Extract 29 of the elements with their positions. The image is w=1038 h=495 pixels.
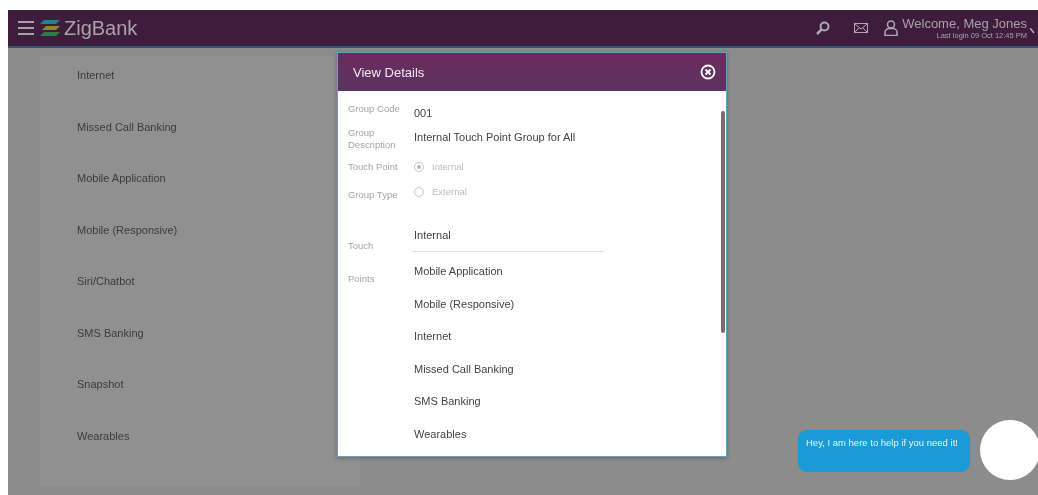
field-label: Group Code <box>348 103 401 116</box>
user-icon[interactable] <box>884 20 899 36</box>
chatbot-button[interactable] <box>980 420 1038 480</box>
welcome-text[interactable]: Welcome, Meg Jones <box>902 16 1027 31</box>
scrollbar[interactable] <box>721 111 725 333</box>
group-heading: Internal <box>412 229 604 252</box>
field-label: Group Description <box>348 127 397 151</box>
radio-label: External <box>432 186 467 197</box>
touch-point-item: SMS Banking <box>414 394 482 409</box>
dialog-title: View Details <box>353 64 425 80</box>
caret-icon[interactable] <box>1030 28 1038 34</box>
close-icon[interactable] <box>700 64 716 80</box>
radio-label: Internal <box>432 161 464 172</box>
mail-icon[interactable] <box>854 23 869 33</box>
field-value: Internal Touch Point Group for All <box>414 130 576 145</box>
field-label: Group Type <box>348 189 399 201</box>
touch-point-item: Mobile (Responsive) <box>414 296 516 312</box>
field-label: Touch Point <box>348 161 399 173</box>
touch-point-item: Wearables <box>414 426 468 442</box>
brand-name: ZigBank <box>64 16 138 40</box>
touch-point-item: Missed Call Banking <box>414 361 515 377</box>
field-label: Touch Points <box>348 239 376 286</box>
touch-point-item: Mobile Application <box>414 264 504 279</box>
logo-icon <box>40 19 62 37</box>
chat-bubble[interactable]: Hey, I am here to help if you need it! <box>798 430 970 472</box>
menu-icon[interactable] <box>18 21 34 35</box>
touch-point-item: Internet <box>414 329 453 344</box>
search-icon[interactable] <box>816 21 831 35</box>
field-value: 001 <box>414 106 433 119</box>
